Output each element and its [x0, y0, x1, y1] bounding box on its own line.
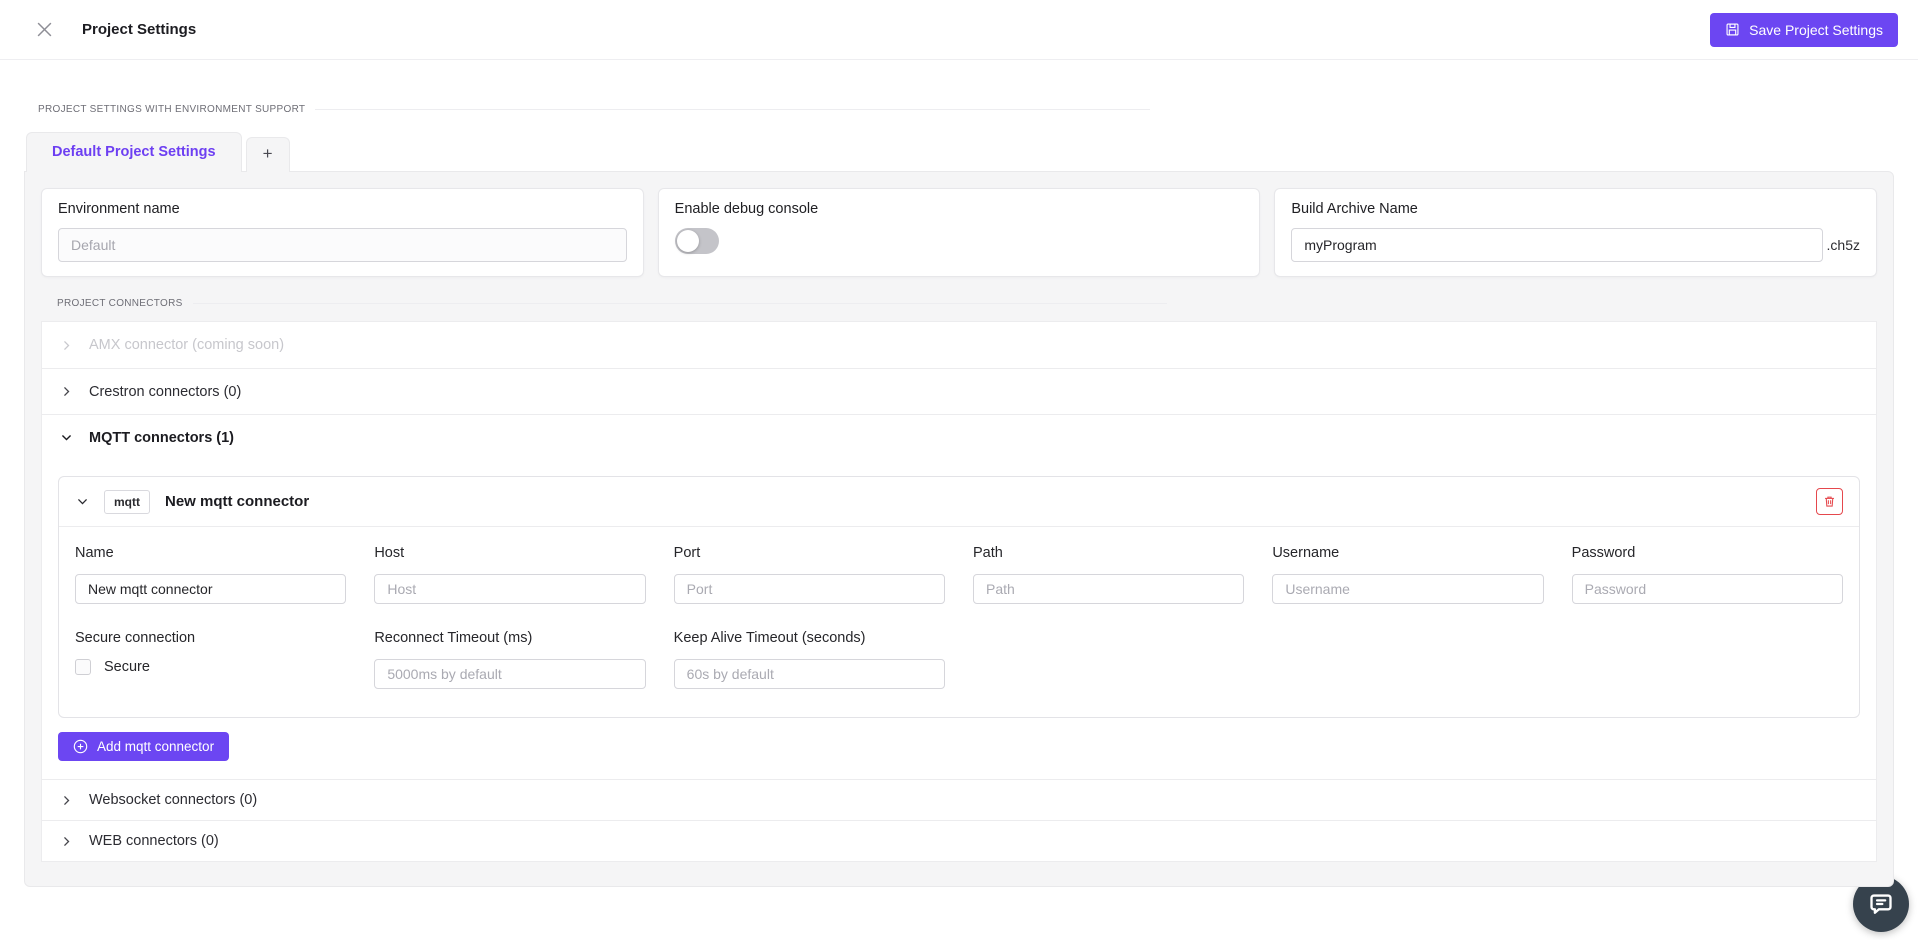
top-bar: Project Settings Save Project Settings	[0, 0, 1918, 60]
mqtt-connector-card: mqtt New mqtt connector	[58, 476, 1860, 718]
build-archive-label: Build Archive Name	[1291, 201, 1860, 218]
section-divider	[193, 303, 1167, 304]
add-environment-tab[interactable]: +	[246, 137, 290, 172]
settings-section-label: PROJECT SETTINGS WITH ENVIRONMENT SUPPOR…	[38, 104, 305, 115]
reconnect-timeout-label: Reconnect Timeout (ms)	[374, 630, 645, 647]
field-path: Path	[973, 545, 1244, 604]
save-project-settings-button[interactable]: Save Project Settings	[1710, 13, 1898, 47]
mqtt-connector-header[interactable]: mqtt New mqtt connector	[59, 477, 1859, 527]
web-row-label: WEB connectors (0)	[89, 833, 219, 849]
amx-row-label: AMX connector (coming soon)	[89, 337, 284, 353]
field-name: Name	[75, 545, 346, 604]
build-archive-input[interactable]	[1291, 228, 1822, 262]
accordion-row-amx: AMX connector (coming soon)	[42, 322, 1876, 368]
crestron-row-label: Crestron connectors (0)	[89, 384, 241, 400]
host-input[interactable]	[374, 574, 645, 604]
add-mqtt-connector-button[interactable]: Add mqtt connector	[58, 732, 229, 761]
field-host: Host	[374, 545, 645, 604]
accordion-row-websocket[interactable]: Websocket connectors (0)	[42, 779, 1876, 820]
debug-console-label: Enable debug console	[675, 201, 1244, 218]
field-port: Port	[674, 545, 945, 604]
password-label: Password	[1572, 545, 1843, 562]
add-button-label: Add mqtt connector	[97, 739, 214, 754]
host-label: Host	[374, 545, 645, 562]
field-keepalive-timeout: Keep Alive Timeout (seconds)	[674, 630, 945, 689]
name-label: Name	[75, 545, 346, 562]
chat-icon	[1868, 891, 1894, 917]
section-divider	[315, 109, 1150, 110]
connectors-list: AMX connector (coming soon) Crestron con…	[41, 321, 1877, 862]
reconnect-timeout-input[interactable]	[374, 659, 645, 689]
connectors-section-label: PROJECT CONNECTORS	[57, 298, 183, 309]
password-input[interactable]	[1572, 574, 1843, 604]
environment-tabs: Default Project Settings +	[26, 132, 1894, 171]
field-password: Password	[1572, 545, 1843, 604]
save-button-label: Save Project Settings	[1749, 22, 1883, 38]
settings-section-header: PROJECT SETTINGS WITH ENVIRONMENT SUPPOR…	[38, 104, 1150, 115]
username-label: Username	[1272, 545, 1543, 562]
connectors-section-header: PROJECT CONNECTORS	[57, 298, 1167, 309]
environment-name-card: Environment name	[41, 188, 644, 277]
name-input[interactable]	[75, 574, 346, 604]
toggle-knob	[677, 230, 699, 252]
save-icon	[1725, 22, 1740, 37]
port-label: Port	[674, 545, 945, 562]
field-username: Username	[1272, 545, 1543, 604]
mqtt-connector-title: New mqtt connector	[165, 493, 309, 510]
connector-fields-row-2: Secure connection Secure Reconnect Timeo…	[75, 630, 1843, 689]
websocket-row-label: Websocket connectors (0)	[89, 792, 257, 808]
accordion-row-web[interactable]: WEB connectors (0)	[42, 820, 1876, 861]
path-input[interactable]	[973, 574, 1244, 604]
mqtt-connector-body: Name Host Port	[59, 527, 1859, 717]
keepalive-timeout-input[interactable]	[674, 659, 945, 689]
secure-checkbox-label: Secure	[104, 659, 150, 675]
mqtt-expanded-area: mqtt New mqtt connector	[42, 460, 1876, 779]
username-input[interactable]	[1272, 574, 1543, 604]
path-label: Path	[973, 545, 1244, 562]
chevron-right-icon	[59, 793, 73, 807]
archive-extension-suffix: .ch5z	[1827, 237, 1860, 253]
secure-connection-label: Secure connection	[75, 630, 346, 647]
tab-default-project-settings[interactable]: Default Project Settings	[26, 132, 242, 172]
field-reconnect-timeout: Reconnect Timeout (ms)	[374, 630, 645, 689]
close-icon[interactable]	[30, 16, 58, 44]
build-archive-card: Build Archive Name .ch5z	[1274, 188, 1877, 277]
page-title: Project Settings	[82, 21, 196, 38]
environment-name-input[interactable]	[58, 228, 627, 262]
chevron-right-icon	[59, 338, 73, 352]
secure-checkbox[interactable]	[75, 659, 91, 675]
accordion-row-mqtt[interactable]: MQTT connectors (1)	[42, 414, 1876, 460]
keepalive-timeout-label: Keep Alive Timeout (seconds)	[674, 630, 945, 647]
debug-console-card: Enable debug console	[658, 188, 1261, 277]
delete-connector-button[interactable]	[1816, 488, 1843, 515]
debug-console-toggle[interactable]	[675, 228, 719, 254]
chevron-down-icon	[59, 431, 73, 445]
chevron-down-icon[interactable]	[75, 495, 89, 509]
main-content: PROJECT SETTINGS WITH ENVIRONMENT SUPPOR…	[0, 104, 1918, 887]
trash-icon	[1823, 495, 1836, 508]
field-secure: Secure connection Secure	[75, 630, 346, 689]
environment-name-label: Environment name	[58, 201, 627, 218]
tab-panel: Environment name Enable debug console Bu…	[24, 171, 1894, 887]
mqtt-type-badge: mqtt	[104, 490, 150, 514]
plus-circle-icon	[73, 739, 88, 754]
connector-fields-row-1: Name Host Port	[75, 545, 1843, 604]
mqtt-row-label: MQTT connectors (1)	[89, 430, 234, 446]
plus-icon: +	[263, 144, 273, 163]
chevron-right-icon	[59, 385, 73, 399]
settings-cards-row: Environment name Enable debug console Bu…	[41, 188, 1877, 277]
accordion-row-crestron[interactable]: Crestron connectors (0)	[42, 368, 1876, 414]
chevron-right-icon	[59, 834, 73, 848]
port-input[interactable]	[674, 574, 945, 604]
